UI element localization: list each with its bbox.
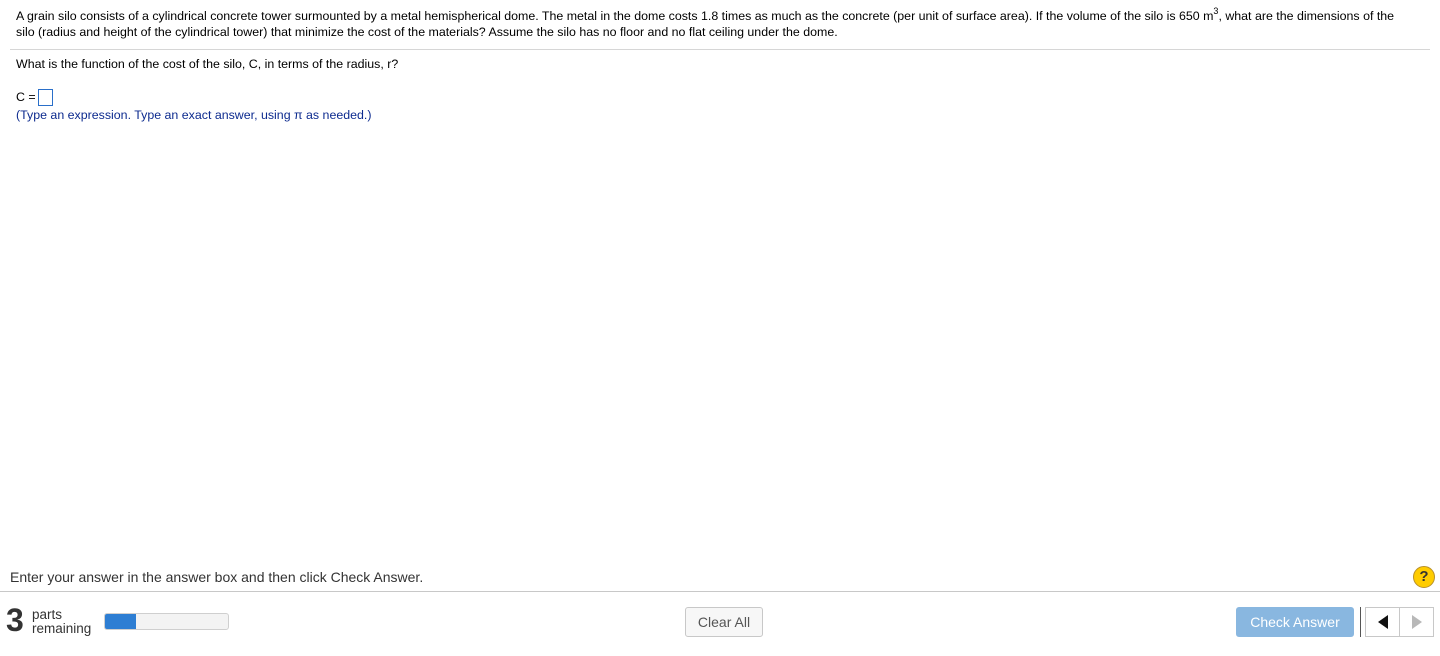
question-divider <box>10 49 1430 50</box>
triangle-left-icon <box>1377 615 1388 629</box>
button-separator <box>1360 607 1361 637</box>
progress-bar <box>104 613 229 630</box>
answer-row: C = <box>16 87 53 107</box>
parts-label-line2: remaining <box>32 621 92 636</box>
question-navigation <box>1365 607 1434 637</box>
sub-question: What is the function of the cost of the … <box>16 57 399 71</box>
clear-all-button[interactable]: Clear All <box>685 607 763 637</box>
question-text: A grain silo consists of a cylindrical c… <box>16 5 1416 40</box>
parts-remaining-count: 3 <box>6 602 24 638</box>
next-button[interactable] <box>1399 608 1433 636</box>
answer-hint: (Type an expression. Type an exact answe… <box>16 108 372 122</box>
answer-label: C = <box>16 90 36 104</box>
parts-remaining-label: parts remaining <box>32 608 91 636</box>
instruction-text: Enter your answer in the answer box and … <box>10 569 424 585</box>
volume-exponent: 3 <box>1213 5 1219 16</box>
previous-button[interactable] <box>1366 608 1399 636</box>
parts-label-line1: parts <box>32 607 63 622</box>
check-answer-button[interactable]: Check Answer <box>1236 607 1354 637</box>
help-icon[interactable]: ? <box>1413 566 1435 588</box>
footer-divider <box>0 591 1440 592</box>
question-text-part1: A grain silo consists of a cylindrical c… <box>16 9 1214 23</box>
triangle-right-icon <box>1411 615 1422 629</box>
answer-input[interactable] <box>37 88 53 106</box>
progress-bar-fill <box>105 614 136 629</box>
